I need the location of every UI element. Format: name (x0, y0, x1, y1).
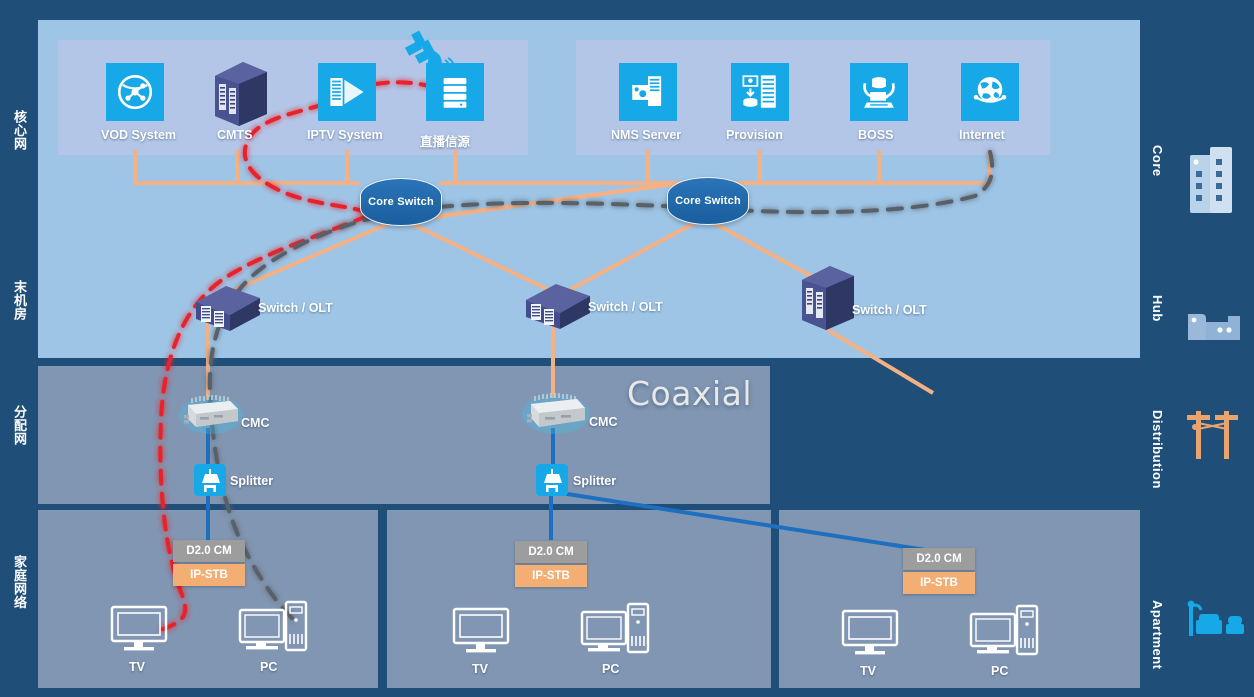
device-label-tv-2: TV (472, 662, 488, 676)
node-label-iptv-system: IPTV System (307, 128, 383, 142)
node-label-cmc-1: CMC (241, 416, 270, 430)
office-building-icon (1190, 147, 1232, 213)
boss-laptop-icon (850, 63, 908, 121)
node-label-nms-server: NMS Server (611, 128, 682, 142)
switch-olt-icon (196, 286, 260, 331)
right-rail-item-core: Core (1150, 145, 1165, 177)
chip-d20-cm-2[interactable]: D2.0 CM (515, 541, 587, 563)
gray-dashed-data-path (207, 150, 995, 620)
chip-ip-stb-1[interactable]: IP-STB (173, 564, 245, 586)
node-label-live-source: 直播信源 (420, 135, 471, 149)
tv-icon (452, 607, 510, 653)
cmc-amplifier-icon (179, 395, 243, 434)
switch-olt-icon (526, 284, 590, 329)
core-switch-2-label: Core Switch (675, 195, 741, 207)
orange-link-group (133, 150, 992, 400)
device-label-tv-3: TV (860, 664, 876, 678)
hub-building-icon (1188, 314, 1240, 340)
tv-icon (841, 609, 899, 655)
core-switch-1-label: Core Switch (368, 196, 434, 208)
node-label-boss: BOSS (858, 128, 894, 142)
core-switch-1[interactable]: Core Switch (360, 178, 442, 226)
satellite-icon (404, 30, 456, 71)
chip-ip-stb-3[interactable]: IP-STB (903, 572, 975, 594)
node-label-switch-olt-3: Switch / OLT (852, 303, 927, 317)
device-label-tv-1: TV (129, 660, 145, 674)
device-label-pc-1: PC (260, 660, 278, 674)
splitter-icon (194, 464, 226, 496)
furniture-icon (1187, 600, 1244, 636)
left-rail-item-home-network: 家庭网络 (12, 555, 27, 609)
right-rail-item-hub: Hub (1150, 295, 1165, 322)
blue-coax-link-group (206, 428, 939, 554)
left-rail-item-hub-room: 末机房 (12, 280, 27, 321)
node-label-switch-olt-2: Switch / OLT (588, 300, 663, 314)
chip-d20-cm-1[interactable]: D2.0 CM (173, 540, 245, 562)
device-label-pc-2: PC (602, 662, 620, 676)
pc-icon (580, 602, 650, 654)
node-label-splitter-2: Splitter (573, 474, 617, 488)
provision-server-icon (731, 63, 789, 121)
internet-globe-icon (961, 63, 1019, 121)
coaxial-label: Coaxial (627, 374, 753, 413)
right-rail-item-distribution: Distribution (1150, 410, 1165, 489)
utility-pole-icon (1187, 411, 1238, 459)
node-label-splitter-1: Splitter (230, 474, 274, 488)
switch-olt-icon (802, 266, 854, 330)
pc-icon (238, 600, 308, 652)
media-server-icon (318, 63, 376, 121)
network-architecture-diagram: 核心网 末机房 分配网 家庭网络 Core Hub Distribution A… (0, 0, 1254, 697)
node-label-internet: Internet (959, 128, 1005, 142)
tv-icon (110, 605, 168, 651)
node-label-cmts: CMTS (217, 128, 253, 142)
chip-d20-cm-3[interactable]: D2.0 CM (903, 548, 975, 570)
device-label-pc-3: PC (991, 664, 1009, 678)
node-label-provision: Provision (726, 128, 783, 142)
node-label-cmc-2: CMC (589, 415, 618, 429)
globe-network-icon (106, 63, 164, 121)
cmc-amplifier-icon (522, 393, 590, 434)
right-rail-item-apartment: Apartment (1150, 600, 1165, 670)
core-switch-2[interactable]: Core Switch (667, 177, 749, 225)
left-rail-item-distribution-network: 分配网 (12, 405, 27, 446)
left-rail-item-core-network: 核心网 (12, 110, 27, 151)
pc-icon (969, 604, 1039, 656)
chip-ip-stb-2[interactable]: IP-STB (515, 565, 587, 587)
server-rack-icon (215, 62, 267, 126)
splitter-icon (536, 464, 568, 496)
node-label-switch-olt-1: Switch / OLT (258, 301, 333, 315)
node-label-vod-system: VOD System (101, 128, 177, 142)
nms-server-icon (619, 63, 677, 121)
